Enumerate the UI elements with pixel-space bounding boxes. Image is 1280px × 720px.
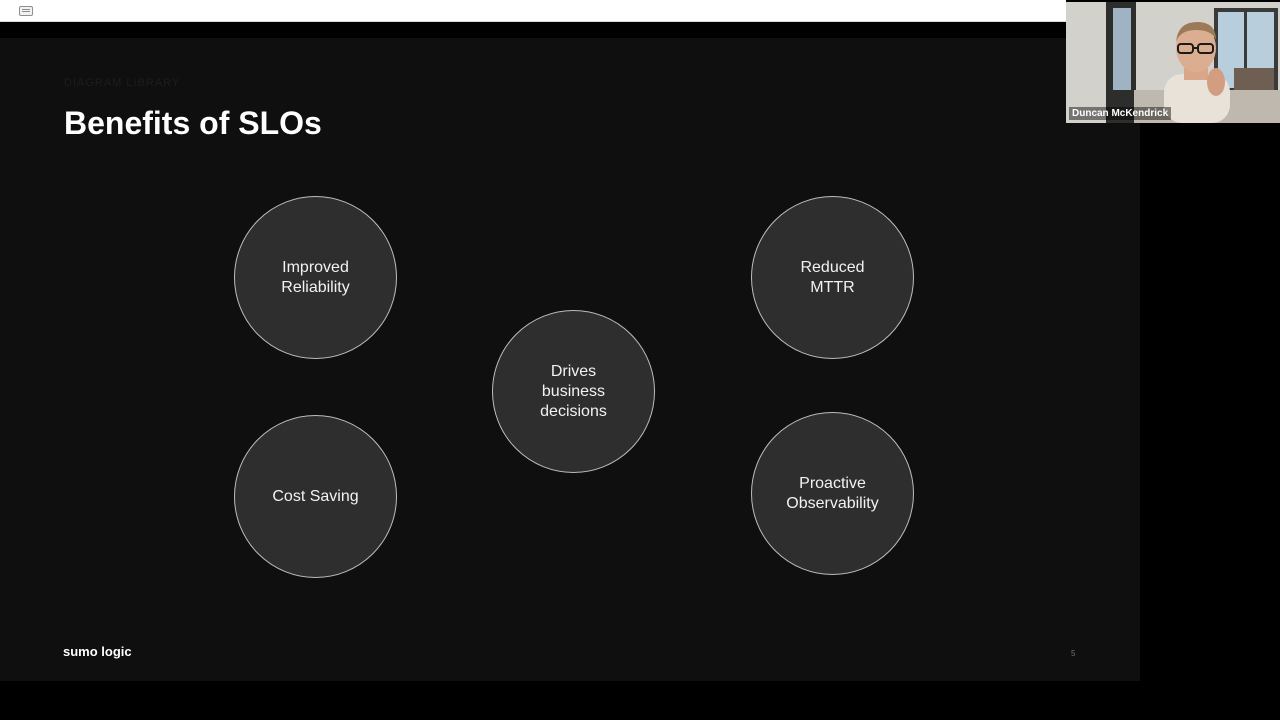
benefit-circle-proactive-observability: Proactive Observability <box>751 412 914 575</box>
benefit-label: Proactive Observability <box>786 474 879 512</box>
participant-name-label: Duncan McKendrick <box>1069 107 1172 120</box>
benefit-label: Drives business decisions <box>540 362 607 420</box>
benefit-circle-reduced-mttr: Reduced MTTR <box>751 196 914 359</box>
benefit-circle-improved-reliability: Improved Reliability <box>234 196 397 359</box>
meeting-screen: DIAGRAM LIBRARY Benefits of SLOs Improve… <box>0 0 1280 720</box>
window-tab-icon[interactable] <box>19 6 33 16</box>
presentation-slide: DIAGRAM LIBRARY Benefits of SLOs Improve… <box>0 38 1140 681</box>
benefit-circle-cost-saving: Cost Saving <box>234 415 397 578</box>
benefit-label: Reduced MTTR <box>800 258 865 296</box>
benefit-circle-drives-business-decisions: Drives business decisions <box>492 310 655 473</box>
benefit-label: Cost Saving <box>272 487 359 505</box>
brand-logo-text: sumo logic <box>63 644 132 659</box>
slide-title: Benefits of SLOs <box>64 105 322 141</box>
benefit-label: Improved Reliability <box>281 258 350 296</box>
browser-top-bar <box>0 0 1066 22</box>
participant-video-tile[interactable]: Duncan McKendrick <box>1066 2 1280 123</box>
slide-eyebrow: DIAGRAM LIBRARY <box>64 77 181 89</box>
slide-page-number: 5 <box>1071 649 1076 658</box>
participant-video-feed <box>1066 2 1280 123</box>
